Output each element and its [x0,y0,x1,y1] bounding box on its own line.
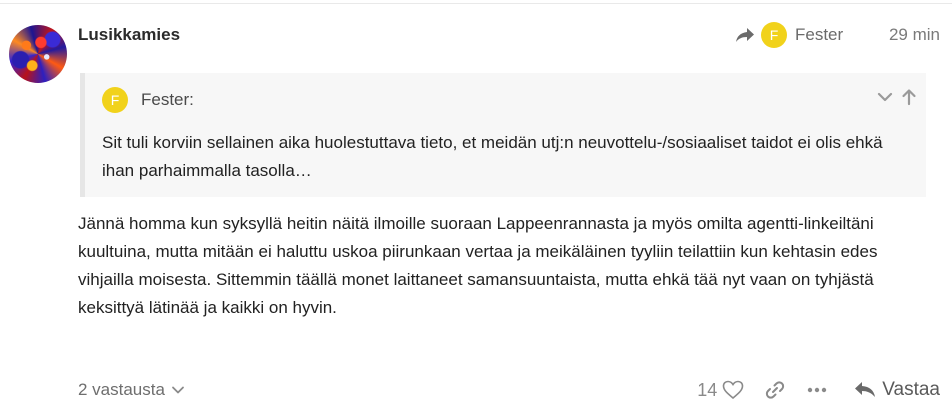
post-username[interactable]: Lusikkamies [78,25,180,45]
chevron-down-icon[interactable] [876,88,894,106]
arrow-up-icon[interactable] [900,88,918,106]
link-icon [766,381,785,399]
copy-link-button[interactable] [764,379,786,401]
ellipsis-icon [808,387,827,393]
reply-icon [855,382,876,397]
chevron-down-icon [172,386,184,394]
top-divider [0,3,952,4]
quote-controls [876,88,918,106]
like-button[interactable]: 14 [697,380,744,401]
quote-author: Fester: [141,90,194,109]
share-arrow-icon [736,28,754,42]
heart-icon [722,380,744,400]
quote-text: Sit tuli korviin sellainen aika huolestu… [102,133,883,180]
post-timestamp[interactable]: 29 min [889,25,940,45]
quote-block: F Fester: Sit tuli korviin sellainen aik… [80,73,926,197]
post-body: Jännä homma kun syksyllä heitin näitä il… [78,214,878,317]
show-replies-button[interactable]: 2 vastausta [78,380,185,400]
like-count: 14 [697,379,718,400]
user-avatar[interactable] [9,25,67,83]
reply-to-indicator[interactable]: F Fester [735,20,843,50]
replies-label: 2 vastausta [78,380,165,399]
reply-to-name: Fester [795,25,844,44]
reply-to-avatar: F [761,22,787,48]
quote-avatar: F [102,87,128,113]
quote-header: F Fester: [102,87,194,113]
reply-button[interactable]: Vastaa [854,379,940,401]
more-options-button[interactable] [806,379,828,401]
reply-label: Vastaa [882,379,940,400]
post-actions: 14 Vastaa [697,375,940,405]
